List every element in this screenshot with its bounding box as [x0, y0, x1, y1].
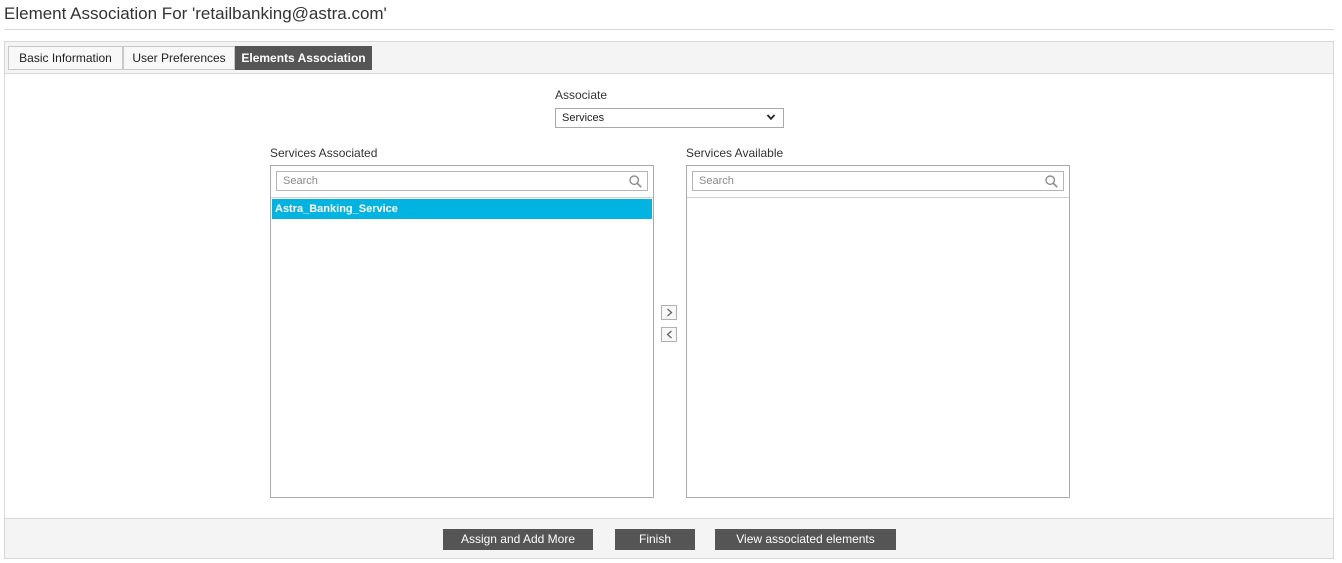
chevron-right-icon	[667, 308, 673, 317]
list-item[interactable]: Astra_Banking_Service	[272, 199, 652, 219]
chevron-down-icon	[766, 114, 776, 121]
services-associated-list[interactable]: Astra_Banking_Service	[270, 165, 654, 498]
assign-and-add-more-button[interactable]: Assign and Add More	[443, 529, 593, 550]
footer-bar: Assign and Add More Finish View associat…	[5, 518, 1333, 558]
tab-user-preferences[interactable]: User Preferences	[123, 46, 235, 70]
associate-select[interactable]: Services	[555, 108, 784, 128]
services-available-list[interactable]	[686, 165, 1070, 498]
services-associated-label: Services Associated	[270, 146, 378, 160]
title-divider	[4, 29, 1334, 30]
services-available-label: Services Available	[686, 146, 784, 160]
associate-label: Associate	[555, 88, 608, 102]
move-right-button[interactable]	[661, 305, 677, 320]
tab-basic-information[interactable]: Basic Information	[8, 46, 123, 70]
search-icon	[1045, 175, 1058, 188]
finish-button[interactable]: Finish	[615, 529, 695, 550]
associated-search-bar	[271, 166, 653, 198]
chevron-left-icon	[666, 330, 672, 339]
tab-elements-association[interactable]: Elements Association	[235, 46, 372, 70]
tab-bar: Basic Information User Preferences Eleme…	[5, 42, 1333, 74]
available-search-bar	[687, 166, 1069, 198]
element-association-panel: Basic Information User Preferences Eleme…	[4, 41, 1334, 559]
search-icon	[629, 175, 642, 188]
page-title: Element Association For 'retailbanking@a…	[4, 4, 387, 23]
move-left-button[interactable]	[661, 327, 677, 342]
view-associated-elements-button[interactable]: View associated elements	[715, 529, 896, 550]
available-search-input[interactable]	[692, 171, 1064, 191]
associated-search-input[interactable]	[276, 171, 648, 191]
associate-select-value: Services	[562, 112, 605, 124]
